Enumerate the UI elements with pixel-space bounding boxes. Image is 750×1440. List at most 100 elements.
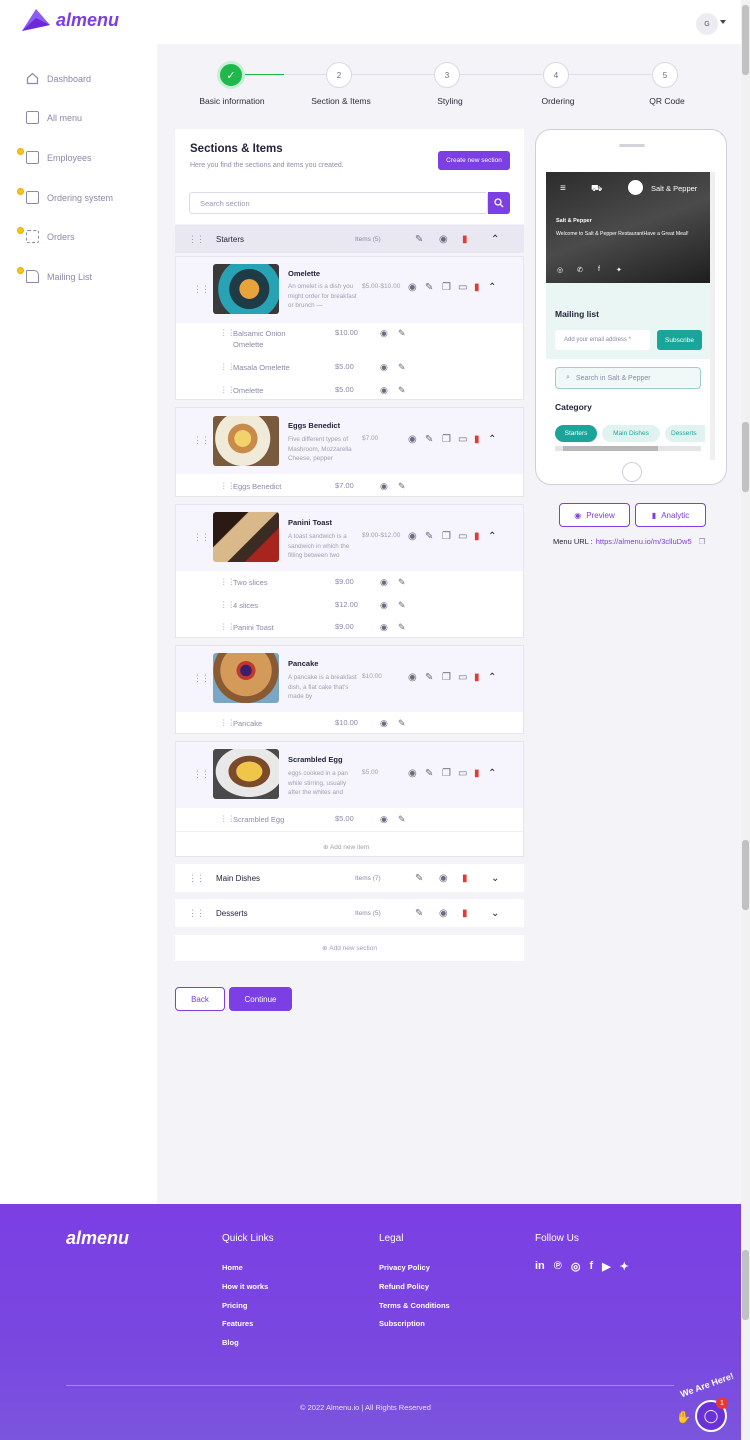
eye-icon[interactable]: ◉ [380,481,388,492]
sub-item-row[interactable]: ⋮⋮ 4 slices $12.00 ◉ ✎ [176,600,523,620]
menu-url-link[interactable]: https://almenu.io/m/3clluDw5 [596,537,692,546]
chevron-up-icon[interactable]: ⌃ [491,234,499,245]
eye-icon[interactable]: ◉ [408,531,417,542]
back-button[interactable]: Back [175,987,225,1011]
edit-icon[interactable]: ✎ [398,718,406,729]
sidebar-item-mailing-list[interactable]: Mailing List [17,267,92,283]
copy-icon[interactable]: ❐ [442,434,451,445]
edit-icon[interactable]: ✎ [398,814,406,825]
drag-handle-icon[interactable]: ⋮⋮ [188,908,205,919]
step-5-indicator[interactable]: 5 [652,62,678,88]
footer-link-subscription[interactable]: Subscription [379,1319,425,1328]
eye-icon[interactable]: ◉ [380,718,388,729]
copy-icon[interactable]: ❐ [442,531,451,542]
scrollbar-thumb[interactable] [742,840,749,910]
sub-item-row[interactable]: ⋮⋮ Omelette $5.00 ◉ ✎ [176,385,523,405]
delete-icon[interactable]: ▮ [474,434,480,445]
sub-item-row[interactable]: ⋮⋮ Two slices $9.00 ◉ ✎ [176,577,523,597]
edit-icon[interactable]: ✎ [425,672,433,683]
edit-icon[interactable]: ✎ [415,234,423,245]
chevron-down-icon[interactable] [720,20,726,24]
drag-handle-icon[interactable]: ⋮⋮ [193,673,210,684]
item-header[interactable]: ⋮⋮ Omelette An omelet is a dish you migh… [176,257,523,323]
drag-handle-icon[interactable]: ⋮⋮ [193,435,210,446]
eye-icon[interactable]: ◉ [439,234,448,245]
footer-link-terms[interactable]: Terms & Conditions [379,1301,450,1310]
eye-icon[interactable]: ◉ [439,873,448,884]
drag-handle-icon[interactable]: ⋮⋮ [188,234,205,245]
create-section-button[interactable]: Create new section [438,151,510,170]
delete-icon[interactable]: ▮ [462,873,468,884]
avatar[interactable]: G [696,13,718,35]
copy-icon[interactable]: ❐ [699,537,706,546]
step-3-indicator[interactable]: 3 [434,62,460,88]
item-header[interactable]: ⋮⋮ Panini Toast A toast sandwich is a sa… [176,505,523,571]
delete-icon[interactable]: ▮ [474,768,480,779]
drag-handle-icon[interactable]: ⋮⋮ [193,532,210,543]
step-4-indicator[interactable]: 4 [543,62,569,88]
eye-icon[interactable]: ◉ [408,768,417,779]
preview-button[interactable]: ◉ Preview [559,503,630,527]
sub-item-row[interactable]: ⋮⋮ Pancake $10.00 ◉ ✎ [176,718,523,738]
edit-icon[interactable]: ✎ [398,577,406,588]
edit-icon[interactable]: ✎ [425,531,433,542]
edit-icon[interactable]: ✎ [398,385,406,396]
scrollbar-thumb[interactable] [742,5,749,75]
move-folder-icon[interactable]: ▭ [458,282,467,293]
sub-item-row[interactable]: ⋮⋮ Panini Toast $9.00 ◉ ✎ [176,622,523,642]
section-row-main-dishes[interactable]: ⋮⋮ Main Dishes Items (7) ✎ ◉ ▮ ⌄ [175,864,524,892]
drag-handle-icon[interactable]: ⋮⋮ [193,769,210,780]
eye-icon[interactable]: ◉ [380,328,388,339]
add-section-button[interactable]: ⊕ Add new section [175,935,524,961]
brand-logo[interactable]: almenu [22,9,119,31]
category-chip-main-dishes[interactable]: Main Dishes [602,425,660,442]
move-folder-icon[interactable]: ▭ [458,434,467,445]
hscroll-thumb[interactable] [563,446,658,451]
subscribe-button[interactable]: Subscribe [657,330,702,350]
cart-icon[interactable]: ⛟ [591,183,602,195]
sidebar-item-orders[interactable]: Orders [17,227,75,243]
item-header[interactable]: ⋮⋮ Pancake A pancake is a breakfast dish… [176,646,523,712]
delete-icon[interactable]: ▮ [474,282,480,293]
eye-icon[interactable]: ◉ [380,577,388,588]
sub-item-row[interactable]: ⋮⋮ Masala Omelette $5.00 ◉ ✎ [176,362,523,382]
continue-button[interactable]: Continue [229,987,292,1011]
category-chip-desserts[interactable]: Desserts [665,425,705,442]
scrollbar-thumb[interactable] [742,1250,749,1320]
search-button[interactable] [488,192,510,214]
footer-link-refund[interactable]: Refund Policy [379,1282,429,1291]
delete-icon[interactable]: ▮ [462,908,468,919]
linkedin-icon[interactable]: in [535,1260,545,1273]
move-folder-icon[interactable]: ▭ [458,531,467,542]
chevron-down-icon[interactable]: ⌄ [491,908,499,919]
edit-icon[interactable]: ✎ [415,908,423,919]
edit-icon[interactable]: ✎ [425,282,433,293]
edit-icon[interactable]: ✎ [425,434,433,445]
scrollbar[interactable] [741,0,750,1440]
edit-icon[interactable]: ✎ [398,600,406,611]
step-2-indicator[interactable]: 2 [326,62,352,88]
eye-icon[interactable]: ◉ [408,434,417,445]
add-item-button[interactable]: ⊕ Add new item [323,843,369,851]
eye-icon[interactable]: ◉ [408,672,417,683]
move-folder-icon[interactable]: ▭ [458,768,467,779]
eye-icon[interactable]: ◉ [380,385,388,396]
delete-icon[interactable]: ▮ [474,672,480,683]
scrollbar-thumb[interactable] [742,422,749,492]
sidebar-item-employees[interactable]: Employees [17,148,92,164]
globe-icon[interactable]: ◎ [557,266,563,274]
eye-icon[interactable]: ◉ [380,362,388,373]
edit-icon[interactable]: ✎ [425,768,433,779]
eye-icon[interactable]: ◉ [408,282,417,293]
preview-hscroll[interactable] [555,446,701,451]
eye-icon[interactable]: ◉ [380,600,388,611]
copy-icon[interactable]: ❐ [442,282,451,293]
pinterest-icon[interactable]: ℗ [554,1260,562,1273]
eye-icon[interactable]: ◉ [439,908,448,919]
eye-icon[interactable]: ◉ [380,814,388,825]
sidebar-item-ordering-system[interactable]: Ordering system [17,188,113,204]
item-header[interactable]: ⋮⋮ Scrambled Egg eggs cooked in a pan wh… [176,742,523,808]
delete-icon[interactable]: ▮ [462,234,468,245]
sidebar-item-all-menu[interactable]: All menu [26,111,82,124]
hamburger-icon[interactable]: ≡ [560,183,566,194]
